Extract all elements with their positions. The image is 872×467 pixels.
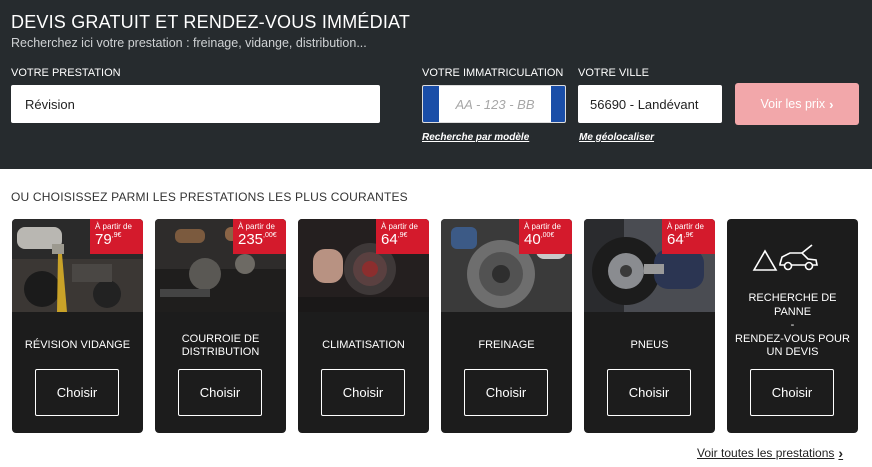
section-title: OU CHOISISSEZ PARMI LES PRESTATIONS LES …: [11, 190, 408, 204]
immatriculation-label: VOTRE IMMATRICULATION: [422, 67, 564, 79]
eu-plate-band-right: [551, 86, 565, 122]
breakdown-car-icon: [752, 244, 818, 271]
price-badge: À partir de 64,9€: [662, 219, 715, 254]
price-amount: 64,9€: [381, 231, 407, 248]
panne-title-line2: RENDEZ-VOUS POUR UN DEVIS: [735, 332, 850, 359]
price-decimal: ,9€: [397, 232, 408, 239]
ville-input[interactable]: 56690 - Landévant: [578, 85, 722, 123]
voir-toutes-label: Voir toutes les prestations: [697, 446, 835, 460]
service-card-freinage[interactable]: À partir de 40,00€ FREINAGE Choisir: [441, 219, 572, 433]
price-prefix: À partir de: [524, 222, 561, 231]
price-badge: À partir de 79,9€: [90, 219, 143, 254]
service-title: CLIMATISATION: [322, 339, 405, 352]
choisir-button[interactable]: Choisir: [178, 369, 262, 416]
price-badge: À partir de 40,00€: [519, 219, 572, 254]
service-card-revision[interactable]: À partir de 79,9€ RÉVISION VIDANGE Chois…: [12, 219, 143, 433]
service-card-panne[interactable]: RECHERCHE DE PANNE - RENDEZ-VOUS POUR UN…: [727, 219, 858, 433]
panne-title-separator: -: [790, 319, 795, 332]
price-amount: 40,00€: [524, 231, 554, 248]
price-integer: 64: [381, 231, 398, 248]
eu-plate-band-left: [423, 86, 439, 122]
price-prefix: À partir de: [95, 222, 132, 231]
price-prefix: À partir de: [667, 222, 704, 231]
voir-toutes-prestations-link[interactable]: Voir toutes les prestations ›: [697, 445, 843, 461]
voir-les-prix-label: Voir les prix: [760, 97, 826, 111]
price-decimal: ,00€: [263, 232, 277, 239]
license-plate-field[interactable]: [422, 85, 566, 123]
service-card-pneus[interactable]: À partir de 64,9€ PNEUS Choisir: [584, 219, 715, 433]
prestation-value: Révision: [25, 96, 75, 112]
chevron-right-icon: ›: [829, 96, 834, 112]
geolocaliser-link[interactable]: Me géolocaliser: [579, 132, 654, 143]
price-badge: À partir de 64,9€: [376, 219, 429, 254]
price-decimal: ,00€: [540, 232, 555, 239]
prestation-input[interactable]: Révision: [11, 85, 380, 123]
service-card-climatisation[interactable]: À partir de 64,9€ CLIMATISATION Choisir: [298, 219, 429, 433]
service-title: COURROIE DE DISTRIBUTION: [181, 332, 260, 359]
service-title: PNEUS: [630, 339, 669, 352]
voir-les-prix-button[interactable]: Voir les prix ›: [735, 83, 859, 125]
search-header: DEVIS GRATUIT ET RENDEZ-VOUS IMMÉDIAT Re…: [0, 0, 872, 169]
price-integer: 64: [667, 231, 684, 248]
price-integer: 235: [238, 231, 264, 248]
service-title: RÉVISION VIDANGE: [24, 339, 131, 352]
price-amount: 79,9€: [95, 231, 121, 248]
chevron-right-icon: ›: [838, 445, 844, 461]
price-prefix: À partir de: [238, 222, 275, 231]
service-title: RECHERCHE DE PANNE - RENDEZ-VOUS POUR UN…: [733, 291, 852, 361]
choisir-button[interactable]: Choisir: [607, 369, 691, 416]
prestation-label: VOTRE PRESTATION: [11, 67, 121, 79]
price-integer: 79: [95, 231, 112, 248]
price-decimal: ,9€: [683, 232, 694, 239]
service-title: FREINAGE: [478, 339, 535, 352]
choisir-button[interactable]: Choisir: [35, 369, 119, 416]
choisir-button[interactable]: Choisir: [750, 369, 834, 416]
choisir-button[interactable]: Choisir: [321, 369, 405, 416]
price-integer: 40: [524, 231, 541, 248]
ville-label: VOTRE VILLE: [578, 67, 649, 79]
price-amount: 235,00€: [238, 231, 277, 248]
panne-title-line1: RECHERCHE DE PANNE: [748, 292, 837, 318]
license-plate-input[interactable]: [439, 86, 551, 122]
price-prefix: À partir de: [381, 222, 418, 231]
price-decimal: ,9€: [111, 232, 122, 239]
price-badge: À partir de 235,00€: [233, 219, 286, 254]
price-amount: 64,9€: [667, 231, 693, 248]
recherche-par-modele-link[interactable]: Recherche par modèle: [422, 132, 529, 143]
page-title: DEVIS GRATUIT ET RENDEZ-VOUS IMMÉDIAT: [11, 12, 411, 32]
choisir-button[interactable]: Choisir: [464, 369, 548, 416]
page-subtitle: Recherchez ici votre prestation : freina…: [11, 36, 367, 50]
service-card-courroie[interactable]: À partir de 235,00€ COURROIE DE DISTRIBU…: [155, 219, 286, 433]
ville-value: 56690 - Landévant: [590, 96, 699, 112]
